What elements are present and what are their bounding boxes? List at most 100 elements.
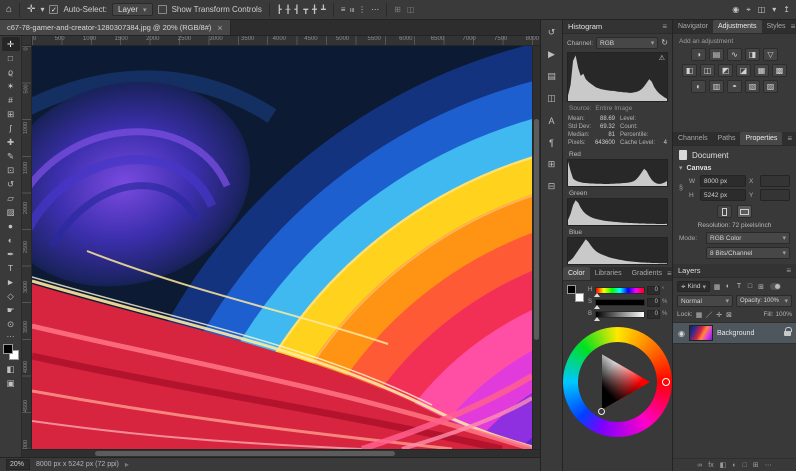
hue-slider-value[interactable]: 0 bbox=[647, 286, 660, 295]
lasso-tool[interactable]: ϱ bbox=[2, 65, 20, 79]
3d-mode-icon[interactable]: ⊞ bbox=[394, 6, 401, 14]
vertical-scrollbar[interactable] bbox=[532, 46, 540, 449]
link-layers-icon[interactable]: ∞ bbox=[697, 462, 702, 469]
channel-dropdown[interactable]: RGB ▾ bbox=[596, 37, 658, 49]
threshold-icon[interactable]: ◓ bbox=[727, 80, 742, 93]
status-chevron-icon[interactable]: ▸ bbox=[125, 461, 129, 469]
workspace-overlay-icon[interactable]: ◫ bbox=[407, 6, 415, 14]
auto-select-dropdown[interactable]: Layer ▾ bbox=[112, 3, 153, 16]
saturation-slider-thumb[interactable] bbox=[594, 305, 600, 309]
brush-tool[interactable]: ✎ bbox=[2, 149, 20, 163]
document-tab[interactable]: c67-78-gamer-and-creator-1280307384.jpg … bbox=[0, 20, 231, 35]
tab-libraries[interactable]: Libraries bbox=[590, 267, 627, 280]
ruler-horizontal[interactable]: 0500100015002000250030003500400045005000… bbox=[32, 36, 540, 46]
brightness-slider-value[interactable]: 0 bbox=[647, 310, 660, 319]
source-value[interactable]: Entire Image bbox=[595, 105, 632, 112]
levels-icon[interactable]: ▤ bbox=[709, 48, 724, 61]
lock-transparency-icon[interactable]: ▦ bbox=[695, 310, 704, 319]
actions-panel-icon[interactable]: ▶ bbox=[544, 48, 560, 61]
show-transform-checkbox[interactable] bbox=[158, 5, 167, 14]
workspace-switcher-icon[interactable]: ◫ bbox=[758, 6, 766, 14]
gradient-map-icon[interactable]: ▨ bbox=[763, 80, 778, 93]
background-color-swatch[interactable] bbox=[575, 293, 584, 302]
layer-effects-icon[interactable]: fx bbox=[708, 462, 713, 469]
marquee-tool[interactable]: □ bbox=[2, 51, 20, 65]
landscape-orientation-button[interactable] bbox=[737, 205, 752, 218]
adjustment-layer-icon[interactable]: ◐ bbox=[732, 462, 736, 469]
close-icon[interactable]: × bbox=[217, 23, 222, 33]
new-layer-icon[interactable]: ⊞ bbox=[753, 461, 759, 469]
screen-mode-icon[interactable]: ▣ bbox=[2, 376, 20, 390]
path-selection-tool[interactable]: ► bbox=[2, 275, 20, 289]
tab-styles[interactable]: Styles bbox=[762, 20, 791, 33]
pixel-filter-icon[interactable]: ▦ bbox=[712, 282, 722, 292]
blend-mode-dropdown[interactable]: Normal ▾ bbox=[677, 295, 733, 307]
eraser-tool[interactable]: ▱ bbox=[2, 191, 20, 205]
crop-tool[interactable]: # bbox=[2, 93, 20, 107]
invert-icon[interactable]: ◐ bbox=[691, 80, 706, 93]
tab-properties[interactable]: Properties bbox=[740, 132, 782, 145]
workspace-chevron-icon[interactable]: ▾ bbox=[772, 6, 776, 14]
shape-tool[interactable]: ◇ bbox=[2, 289, 20, 303]
align-center-horizontal-icon[interactable]: ╂ bbox=[286, 6, 291, 14]
quick-mask-icon[interactable]: ◧ bbox=[2, 362, 20, 376]
pen-tool[interactable]: ✒ bbox=[2, 247, 20, 261]
move-tool[interactable]: ✛ bbox=[2, 37, 20, 51]
triangle-selector[interactable] bbox=[598, 408, 605, 415]
brush-settings-panel-icon[interactable]: ⊟ bbox=[544, 180, 560, 193]
share-icon[interactable]: ↥ bbox=[783, 6, 790, 14]
posterize-icon[interactable]: ▥ bbox=[709, 80, 724, 93]
tab-paths[interactable]: Paths bbox=[713, 132, 741, 145]
type-filter-icon[interactable]: T bbox=[734, 282, 744, 292]
lock-pixels-icon[interactable]: ／ bbox=[705, 310, 714, 319]
clone-stamp-tool[interactable]: ⊡ bbox=[2, 163, 20, 177]
home-icon[interactable]: ⌂ bbox=[6, 5, 12, 15]
layer-mask-icon[interactable]: ◧ bbox=[720, 461, 727, 469]
spot-healing-tool[interactable]: ✚ bbox=[2, 135, 20, 149]
tab-color[interactable]: Color bbox=[563, 267, 590, 280]
hue-slider-thumb[interactable] bbox=[594, 293, 600, 297]
adjustment-filter-icon[interactable]: ◐ bbox=[723, 282, 733, 292]
color-lookup-icon[interactable]: ▩ bbox=[772, 64, 787, 77]
align-middle-icon[interactable]: ╋ bbox=[312, 6, 317, 14]
saturation-slider-value[interactable]: 0 bbox=[647, 298, 660, 307]
selective-color-icon[interactable]: ▧ bbox=[745, 80, 760, 93]
character-panel-icon[interactable]: A bbox=[544, 114, 560, 127]
opacity-dropdown[interactable]: Opacity: 100% ▾ bbox=[736, 295, 792, 307]
search-icon[interactable]: ⌖ bbox=[746, 6, 751, 14]
layer-visibility-icon[interactable]: ◉ bbox=[678, 329, 685, 338]
align-right-icon[interactable]: ┫ bbox=[294, 6, 299, 14]
lock-icon[interactable] bbox=[784, 331, 791, 336]
panel-menu-icon[interactable]: ≡ bbox=[667, 269, 672, 278]
vibrance-icon[interactable]: ▽ bbox=[763, 48, 778, 61]
ruler-corner[interactable] bbox=[22, 36, 32, 46]
layer-thumbnail[interactable] bbox=[689, 325, 713, 341]
section-chevron-icon[interactable]: ▾ bbox=[679, 164, 683, 172]
clone-source-panel-icon[interactable]: ◫ bbox=[544, 92, 560, 105]
canvas[interactable] bbox=[32, 46, 532, 449]
gradient-tool[interactable]: ▨ bbox=[2, 205, 20, 219]
brightness-slider[interactable] bbox=[595, 311, 645, 318]
hue-ring-selector[interactable] bbox=[662, 378, 670, 386]
distribute-vertical-icon[interactable]: ≡ bbox=[341, 6, 346, 14]
lock-all-icon[interactable]: ⊠ bbox=[725, 310, 734, 319]
align-bottom-icon[interactable]: ┻ bbox=[321, 6, 326, 14]
color-balance-icon[interactable]: ◫ bbox=[700, 64, 715, 77]
history-panel-icon[interactable]: ↺ bbox=[544, 26, 560, 39]
photo-filter-icon[interactable]: ◪ bbox=[736, 64, 751, 77]
type-tool[interactable]: T bbox=[2, 261, 20, 275]
layer-group-icon[interactable]: □ bbox=[743, 462, 747, 469]
tab-channels[interactable]: Channels bbox=[673, 132, 713, 145]
y-field[interactable] bbox=[760, 189, 790, 201]
bit-depth-dropdown[interactable]: 8 Bits/Channel ▾ bbox=[706, 247, 790, 259]
hue-saturation-icon[interactable]: ◧ bbox=[682, 64, 697, 77]
ruler-vertical[interactable]: 0500100015002000250030003500400045005000 bbox=[22, 46, 32, 449]
panel-menu-icon[interactable]: ≡ bbox=[786, 266, 791, 275]
info-panel-icon[interactable]: ▤ bbox=[544, 70, 560, 83]
link-dimensions-icon[interactable]: § bbox=[679, 185, 686, 192]
color-mode-dropdown[interactable]: RGB Color ▾ bbox=[706, 232, 790, 244]
panel-menu-icon[interactable]: ≡ bbox=[791, 22, 796, 31]
align-top-icon[interactable]: ┳ bbox=[303, 6, 308, 14]
zoom-level-field[interactable]: 20% bbox=[6, 459, 30, 470]
align-left-icon[interactable]: ┣ bbox=[277, 6, 282, 14]
